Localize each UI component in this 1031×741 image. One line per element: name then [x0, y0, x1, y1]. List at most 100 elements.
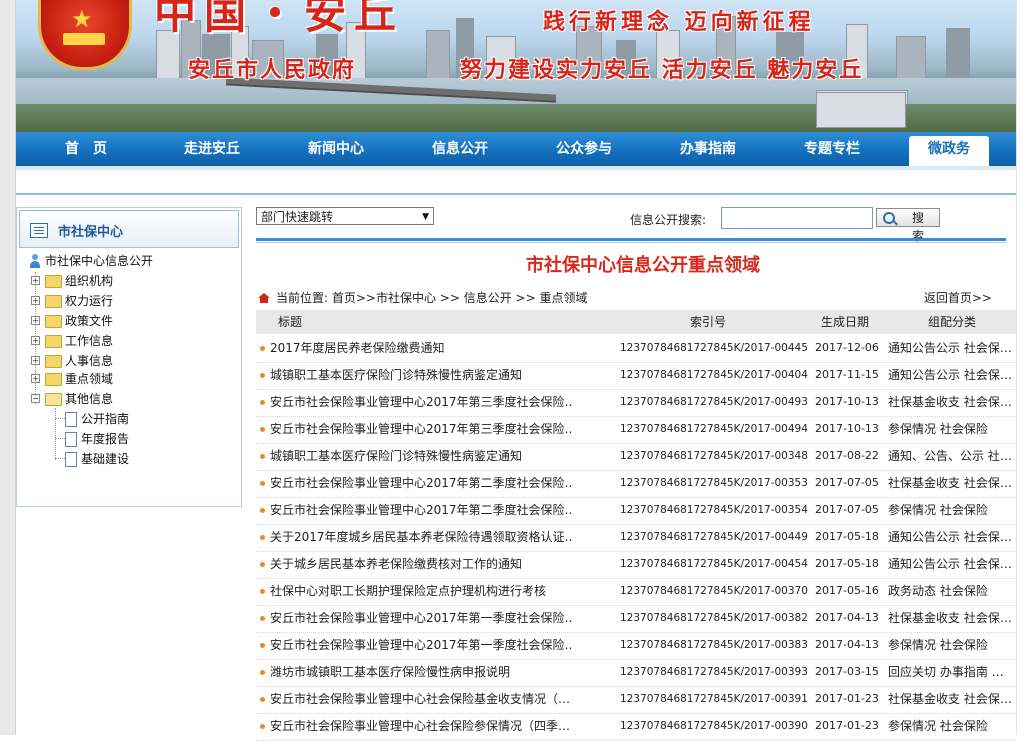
bullet-icon — [260, 670, 265, 675]
table-row[interactable]: 城镇职工基本医疗保险门诊特殊慢性病鉴定通知 12370784681727845K/… — [256, 362, 1016, 390]
tree-line — [55, 458, 65, 459]
table-row[interactable]: 潍坊市城镇职工基本医疗保险慢性病申报说明 12370784681727845K/2… — [256, 659, 1016, 687]
row-index: 12370784681727845K/2017-00353 — [620, 477, 808, 489]
row-date: 2017-08-22 — [815, 449, 879, 462]
nav-news[interactable]: 新闻中心 — [290, 132, 382, 166]
nav-micro-government[interactable]: 微政务 — [909, 136, 989, 166]
row-title-link[interactable]: 城镇职工基本医疗保险门诊特殊慢性病鉴定通知 — [270, 362, 572, 388]
row-category: 参保情况 社会保险 — [888, 422, 988, 436]
nav-public-participation[interactable]: 公众参与 — [538, 132, 630, 166]
breadcrumb-path[interactable]: 当前位置: 首页>>市社保中心 >> 信息公开 >> 重点领域 — [276, 288, 587, 308]
row-category: 政务动态 社会保险 — [888, 584, 988, 598]
row-category: 通知公告公示 社会保… — [888, 341, 1012, 355]
bullet-icon — [260, 454, 265, 459]
tree-line — [55, 438, 65, 439]
row-category: 回应关切 办事指南 … — [888, 665, 1004, 679]
row-title-link[interactable]: 安丘市社会保险事业管理中心2017年第三季度社会保险… — [270, 416, 572, 442]
table-row[interactable]: 安丘市社会保险事业管理中心2017年第三季度社会保险… 1237078468172… — [256, 416, 1016, 444]
bullet-icon — [260, 643, 265, 648]
row-date: 2017-01-23 — [815, 719, 879, 732]
bullet-icon — [260, 508, 265, 513]
row-title-link[interactable]: 潍坊市城镇职工基本医疗保险慢性病申报说明 — [270, 659, 572, 685]
breadcrumb: 当前位置: 首页>>市社保中心 >> 信息公开 >> 重点领域 返回首页>> — [256, 288, 1016, 308]
nav-subbar — [16, 166, 1016, 170]
national-emblem-icon: ★ — [38, 0, 132, 70]
site-title: 中国・安丘 — [154, 0, 405, 38]
page-title: 市社保中心信息公开重点领域 — [526, 255, 760, 276]
folder-open-icon — [45, 393, 62, 406]
table-row[interactable]: 城镇职工基本医疗保险门诊特殊慢性病鉴定通知 12370784681727845K/… — [256, 443, 1016, 471]
sidebar: 市社保中心 市社保中心信息公开 + 组织机构 + 权力运行 + 政策文件 + 工… — [16, 207, 242, 507]
nav-info-disclosure[interactable]: 信息公开 — [414, 132, 506, 166]
nav-special-topics[interactable]: 专题专栏 — [786, 132, 878, 166]
expand-icon[interactable]: + — [31, 374, 40, 383]
slogan-top: 践行新理念 迈向新征程 — [543, 9, 815, 35]
riverside-building — [816, 92, 906, 128]
divider — [256, 242, 1006, 243]
row-title-link[interactable]: 安丘市社会保险事业管理中心社会保险参保情况（四季… — [270, 713, 572, 739]
row-category: 参保情况 社会保险 — [888, 638, 988, 652]
table-row[interactable]: 安丘市社会保险事业管理中心2017年第二季度社会保险… 1237078468172… — [256, 497, 1016, 525]
row-category: 通知公告公示 社会保… — [888, 557, 1012, 571]
bullet-icon — [260, 535, 265, 540]
table-row[interactable]: 安丘市社会保险事业管理中心社会保险基金收支情况（… 123707846817278… — [256, 686, 1016, 714]
row-title-link[interactable]: 社保中心对职工长期护理保险定点护理机构进行考核 — [270, 578, 572, 604]
expand-icon[interactable]: + — [31, 356, 40, 365]
table-row[interactable]: 安丘市社会保险事业管理中心2017年第二季度社会保险… 1237078468172… — [256, 470, 1016, 498]
expand-icon[interactable]: + — [31, 296, 40, 305]
row-title-link[interactable]: 安丘市社会保险事业管理中心社会保险基金收支情况（… — [270, 686, 572, 712]
row-date: 2017-10-13 — [815, 395, 879, 408]
back-home-link[interactable]: 返回首页>> — [924, 288, 992, 308]
main-nav: 首 页 走进安丘 新闻中心 信息公开 公众参与 办事指南 专题专栏 微政务 — [16, 132, 1016, 166]
row-title-link[interactable]: 关于城乡居民基本养老保险缴费核对工作的通知 — [270, 551, 572, 577]
nav-service-guide[interactable]: 办事指南 — [662, 132, 754, 166]
sidebar-item-label: 组织机构 — [65, 274, 114, 288]
row-title-link[interactable]: 安丘市社会保险事业管理中心2017年第二季度社会保险… — [270, 497, 572, 523]
search-input[interactable] — [721, 207, 873, 229]
table-row[interactable]: 安丘市社会保险事业管理中心2017年第三季度社会保险… 1237078468172… — [256, 389, 1016, 417]
bullet-icon — [260, 616, 265, 621]
table-row[interactable]: 关于城乡居民基本养老保险缴费核对工作的通知 12370784681727845K/… — [256, 551, 1016, 579]
bullet-icon — [260, 373, 265, 378]
building — [426, 30, 450, 84]
department-select[interactable]: 部门快速跳转 ▼ — [256, 207, 434, 225]
slogan-bottom: 努力建设实力安丘 活力安丘 魅力安丘 — [460, 57, 864, 83]
row-title-link[interactable]: 关于2017年度城乡居民基本养老保险待遇领取资格认证… — [270, 524, 572, 550]
row-date: 2017-05-18 — [815, 557, 879, 570]
row-index: 12370784681727845K/2017-00445 — [620, 342, 808, 354]
tree-root-label: 市社保中心信息公开 — [45, 254, 154, 268]
row-title-link[interactable]: 2017年度居民养老保险缴费通知 — [270, 335, 572, 361]
row-index: 12370784681727845K/2017-00454 — [620, 558, 808, 570]
nav-home[interactable]: 首 页 — [40, 132, 132, 166]
row-index: 12370784681727845K/2017-00404 — [620, 369, 808, 381]
table-row[interactable]: 安丘市社会保险事业管理中心2017年第一季度社会保险… 1237078468172… — [256, 605, 1016, 633]
table-row[interactable]: 关于2017年度城乡居民基本养老保险待遇领取资格认证… 1237078468172… — [256, 524, 1016, 552]
row-category: 社保基金收支 社会保… — [888, 611, 1012, 625]
row-title-link[interactable]: 城镇职工基本医疗保险门诊特殊慢性病鉴定通知 — [270, 443, 572, 469]
table-row[interactable]: 社保中心对职工长期护理保险定点护理机构进行考核 12370784681727845… — [256, 578, 1016, 606]
folder-icon — [45, 373, 62, 386]
expand-icon[interactable]: + — [31, 276, 40, 285]
column-title: 标题 — [278, 315, 303, 329]
expand-icon[interactable]: + — [31, 316, 40, 325]
table-row[interactable]: 安丘市社会保险事业管理中心2017年第一季度社会保险… 1237078468172… — [256, 632, 1016, 660]
table-row[interactable]: 安丘市社会保险事业管理中心社会保险参保情况（四季… 123707846817278… — [256, 713, 1016, 741]
nav-about[interactable]: 走进安丘 — [166, 132, 258, 166]
row-index: 12370784681727845K/2017-00383 — [620, 639, 808, 651]
sidebar-item-label: 人事信息 — [65, 354, 114, 368]
right-frame-border — [1016, 0, 1031, 735]
row-title-link[interactable]: 安丘市社会保险事业管理中心2017年第一季度社会保险… — [270, 605, 572, 631]
expand-icon[interactable]: + — [31, 336, 40, 345]
row-date: 2017-07-05 — [815, 476, 879, 489]
bullet-icon — [260, 562, 265, 567]
search-button[interactable]: 搜 索 — [876, 208, 940, 243]
row-title-link[interactable]: 安丘市社会保险事业管理中心2017年第一季度社会保险… — [270, 632, 572, 658]
table-row[interactable]: 2017年度居民养老保险缴费通知 12370784681727845K/2017-… — [256, 335, 1016, 363]
collapse-icon[interactable]: − — [31, 394, 40, 403]
emblem-gate — [63, 33, 105, 45]
search-icon — [883, 212, 895, 224]
row-title-link[interactable]: 安丘市社会保险事业管理中心2017年第三季度社会保险… — [270, 389, 572, 415]
row-title-link[interactable]: 安丘市社会保险事业管理中心2017年第二季度社会保险… — [270, 470, 572, 496]
folder-icon — [45, 335, 62, 348]
row-index: 12370784681727845K/2017-00494 — [620, 423, 808, 435]
